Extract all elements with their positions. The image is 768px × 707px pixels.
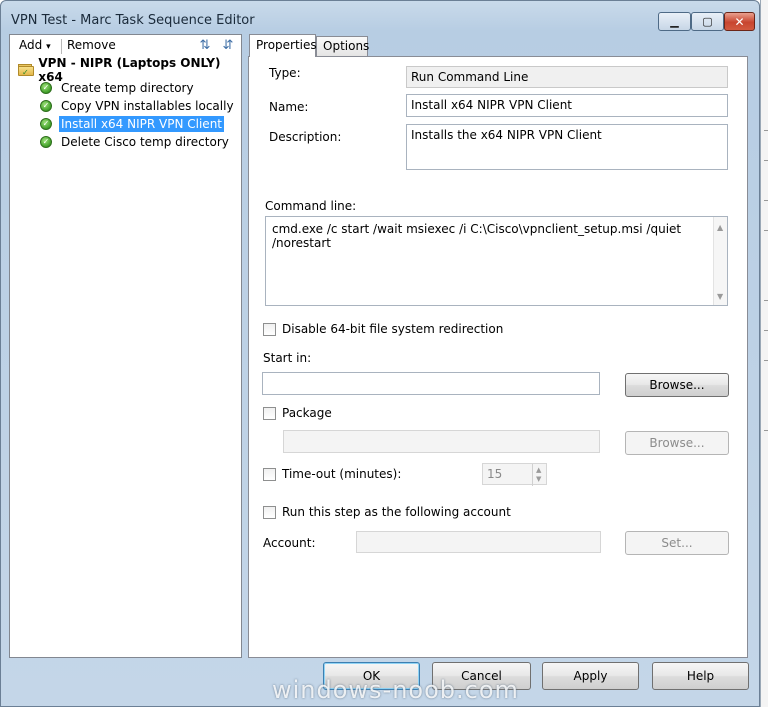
tree-toolbar: Add ▾ Remove ⇅ ⇵ bbox=[10, 35, 241, 57]
chevron-down-icon: ▾ bbox=[46, 42, 51, 52]
tree-item-copy-vpn-installables[interactable]: ✓ Copy VPN installables locally bbox=[40, 97, 236, 115]
scroll-down-icon[interactable]: ▼ bbox=[717, 292, 723, 301]
tree-item-label: Delete Cisco temp directory bbox=[61, 135, 229, 149]
tree-item-install-vpn-client[interactable]: ✓ Install x64 NIPR VPN Client bbox=[40, 115, 225, 133]
timeout-label: Time-out (minutes): bbox=[282, 467, 402, 481]
section-divider bbox=[263, 178, 733, 179]
disable-redirection-checkbox[interactable] bbox=[263, 323, 276, 336]
folder-icon: ✓ bbox=[18, 64, 34, 77]
maximize-button[interactable]: ▢ bbox=[691, 12, 724, 31]
tree-item-label: Copy VPN installables locally bbox=[61, 99, 234, 113]
start-in-input[interactable] bbox=[262, 372, 600, 395]
run-as-account-label: Run this step as the following account bbox=[282, 505, 511, 519]
tree-root-group[interactable]: ✓ VPN - NIPR (Laptops ONLY) x64 bbox=[18, 56, 241, 84]
minimize-button[interactable]: ▁ bbox=[658, 12, 691, 31]
scroll-up-icon[interactable]: ▲ bbox=[717, 223, 723, 232]
tab-options[interactable]: Options bbox=[316, 36, 369, 56]
tree-item-label: Create temp directory bbox=[61, 81, 194, 95]
start-in-label: Start in: bbox=[263, 351, 312, 365]
tree-item-create-temp-directory[interactable]: ✓ Create temp directory bbox=[40, 79, 196, 97]
name-input[interactable]: Install x64 NIPR VPN Client bbox=[406, 94, 728, 117]
close-icon: ✕ bbox=[734, 14, 745, 29]
background-window-edge bbox=[760, 0, 768, 707]
tree-item-delete-cisco-temp-directory[interactable]: ✓ Delete Cisco temp directory bbox=[40, 133, 231, 151]
command-line-label: Command line: bbox=[265, 199, 357, 213]
timeout-spin-buttons: ▲ ▼ bbox=[532, 464, 546, 486]
properties-panel: Type: Run Command Line Name: Install x64… bbox=[248, 56, 748, 658]
description-label: Description: bbox=[269, 130, 342, 144]
add-button-label: Add bbox=[19, 38, 43, 52]
command-line-scrollbar[interactable]: ▲ ▼ bbox=[713, 217, 727, 305]
add-button[interactable]: Add ▾ bbox=[19, 38, 51, 52]
command-line-textarea[interactable]: cmd.exe /c start /wait msiexec /i C:\Cis… bbox=[265, 216, 728, 306]
site-watermark: windows-noob.com bbox=[272, 676, 519, 704]
timeout-checkbox[interactable] bbox=[263, 468, 276, 481]
spin-up-icon: ▲ bbox=[536, 466, 542, 474]
set-account-button: Set... bbox=[625, 531, 729, 555]
window-title: VPN Test - Marc Task Sequence Editor bbox=[11, 13, 255, 28]
name-label: Name: bbox=[269, 100, 309, 114]
package-browse-button: Browse... bbox=[625, 431, 729, 455]
task-sequence-editor-window: VPN Test - Marc Task Sequence Editor ▁ ▢… bbox=[0, 0, 760, 707]
close-button[interactable]: ✕ bbox=[724, 12, 755, 31]
timeout-stepper: 15 ▲ ▼ bbox=[482, 463, 547, 486]
success-check-icon: ✓ bbox=[40, 136, 52, 148]
maximize-icon: ▢ bbox=[702, 15, 713, 28]
success-check-icon: ✓ bbox=[40, 118, 52, 130]
success-check-icon: ✓ bbox=[40, 100, 52, 112]
toolbar-separator bbox=[61, 39, 62, 54]
account-label: Account: bbox=[263, 536, 316, 550]
start-in-browse-button[interactable]: Browse... bbox=[625, 373, 729, 397]
spin-down-icon: ▼ bbox=[536, 475, 542, 483]
move-down-icon[interactable]: ⇵ bbox=[220, 38, 236, 54]
success-check-icon: ✓ bbox=[40, 82, 52, 94]
type-label: Type: bbox=[269, 66, 301, 80]
help-button[interactable]: Help bbox=[652, 662, 749, 690]
tab-properties[interactable]: Properties bbox=[249, 34, 317, 57]
account-input bbox=[356, 531, 601, 553]
apply-button[interactable]: Apply bbox=[542, 662, 639, 690]
disable-redirection-label: Disable 64-bit file system redirection bbox=[282, 322, 504, 336]
tree-item-label: Install x64 NIPR VPN Client bbox=[59, 116, 225, 132]
timeout-value: 15 bbox=[487, 467, 503, 481]
move-up-icon[interactable]: ⇅ bbox=[197, 38, 213, 54]
minimize-icon: ▁ bbox=[670, 15, 679, 28]
description-textarea[interactable]: Installs the x64 NIPR VPN Client bbox=[406, 124, 728, 170]
command-line-value: cmd.exe /c start /wait msiexec /i C:\Cis… bbox=[272, 222, 682, 250]
remove-button[interactable]: Remove bbox=[67, 38, 116, 52]
task-sequence-tree-pane: Add ▾ Remove ⇅ ⇵ ✓ VPN - NIPR (Laptops O… bbox=[9, 34, 242, 658]
type-field: Run Command Line bbox=[406, 66, 728, 88]
package-input bbox=[283, 430, 600, 453]
package-checkbox[interactable] bbox=[263, 407, 276, 420]
package-label: Package bbox=[282, 406, 332, 420]
run-as-account-checkbox[interactable] bbox=[263, 506, 276, 519]
